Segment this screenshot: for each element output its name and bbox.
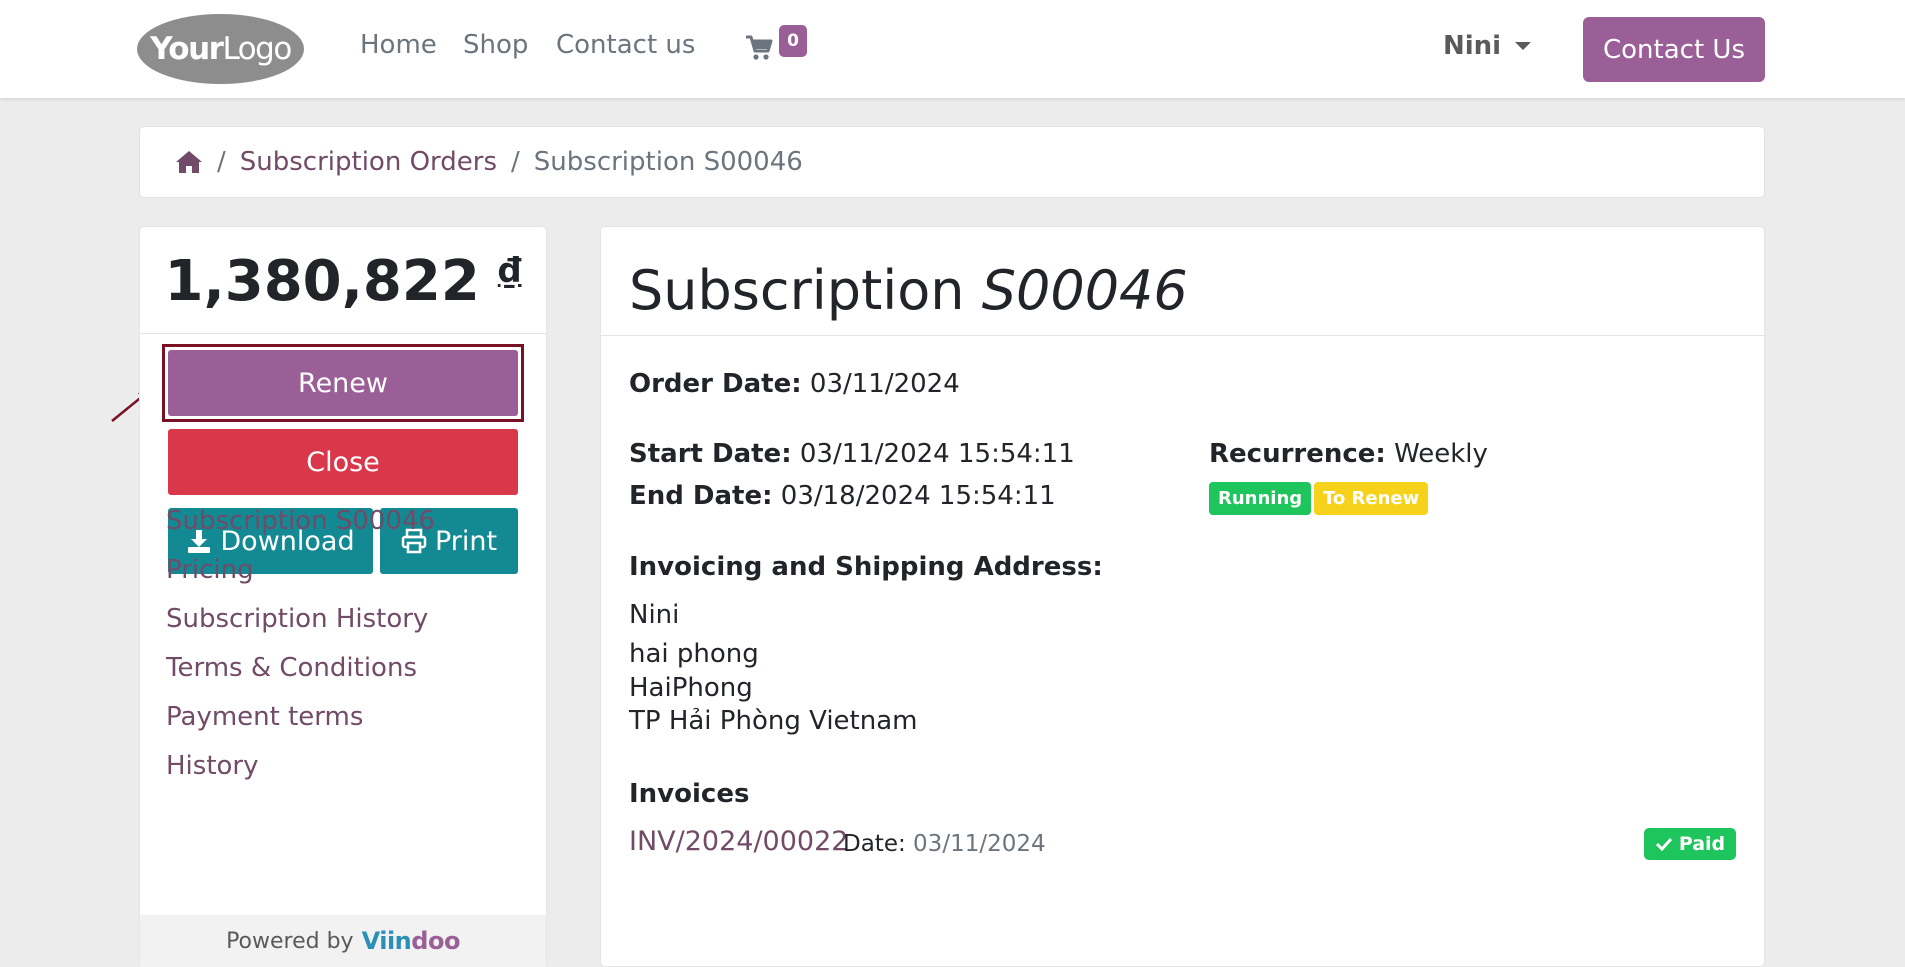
invoice-link[interactable]: INV/2024/00022 [629,826,848,857]
brand-text-a: Viin [361,927,412,955]
amount-value: 1,380,822 [164,248,480,314]
print-button-label: Print [434,525,498,557]
divider [601,335,1764,336]
logo-light-text: Logo [222,31,292,67]
powered-by-text: Powered by [226,928,354,954]
title-prefix: Subscription [629,259,965,322]
status-badge-to-renew: To Renew [1314,482,1429,515]
order-date-field: Order Date: 03/11/2024 [629,369,960,399]
breadcrumb-current: Subscription S00046 [533,147,803,177]
paid-status-badge: Paid [1644,828,1736,860]
close-button-label: Close [306,446,380,478]
address-line: HaiPhong [629,673,753,703]
recurrence-field: Recurrence: Weekly [1209,439,1488,469]
currency-symbol: ₫ [497,251,522,291]
sidebar-link-terms[interactable]: Terms & Conditions [166,653,417,683]
divider [140,333,546,334]
start-date-label: Start Date: [629,439,792,469]
brand-text-b: doo [411,927,460,955]
status-badge-running: Running [1209,482,1312,515]
address-line: hai phong [629,639,759,669]
address-heading: Invoicing and Shipping Address: [629,552,1103,582]
breadcrumb: / Subscription Orders / Subscription S00… [139,126,1765,198]
contact-us-button[interactable]: Contact Us [1583,17,1765,82]
nav-contact-us[interactable]: Contact us [556,30,695,60]
breadcrumb-separator: / [217,147,226,177]
home-icon[interactable] [175,149,203,175]
subscription-amount: 1,380,822 ₫ [140,227,546,335]
subscription-sidebar: 1,380,822 ₫ Renew Close Download Print S… [139,226,547,967]
chevron-down-icon [1515,42,1532,50]
user-name: Nini [1443,31,1502,61]
paid-status-label: Paid [1678,833,1726,855]
company-logo[interactable]: Your Logo [137,14,304,84]
nav-shop[interactable]: Shop [463,30,528,60]
cart-count-badge[interactable]: 0 [779,25,807,57]
nav-home[interactable]: Home [360,30,437,60]
check-icon [1655,837,1672,852]
renew-button[interactable]: Renew [168,350,518,416]
brand-logo[interactable]: Viindoo [361,927,461,955]
top-navbar: Your Logo Home Shop Contact us 0 Nini Con… [0,0,1905,98]
sidebar-link-pricing[interactable]: Pricing [166,555,254,585]
start-date-value: 03/11/2024 15:54:11 [799,439,1075,469]
recurrence-label: Recurrence: [1209,439,1386,469]
invoice-date: Date: 03/11/2024 [843,831,1046,857]
end-date-value: 03/18/2024 15:54:11 [780,481,1056,511]
user-menu-dropdown[interactable]: Nini [1443,31,1532,61]
sidebar-link-subscription-history[interactable]: Subscription History [166,604,428,634]
shopping-cart-icon[interactable] [745,34,773,62]
sidebar-link-payment-terms[interactable]: Payment terms [166,702,363,732]
invoices-heading: Invoices [629,779,750,809]
invoice-date-value: 03/11/2024 [913,831,1046,857]
invoice-date-label: Date: [843,831,906,857]
end-date-label: End Date: [629,481,773,511]
recurrence-value: Weekly [1394,439,1488,469]
end-date-field: End Date: 03/18/2024 15:54:11 [629,481,1056,511]
renew-button-label: Renew [298,367,388,399]
order-date-value: 03/11/2024 [809,369,960,399]
breadcrumb-subscription-orders[interactable]: Subscription Orders [240,147,497,177]
sidebar-link-subscription[interactable]: Subscription S00046 [166,506,435,536]
close-button[interactable]: Close [168,429,518,495]
page-title: Subscription S00046 [629,259,1188,322]
powered-by-footer: Powered by Viindoo [140,915,546,967]
breadcrumb-separator: / [511,147,520,177]
sidebar-link-history[interactable]: History [166,751,259,781]
address-line: Nini [629,600,680,630]
address-line: TP Hải Phòng Vietnam [629,706,918,736]
start-date-field: Start Date: 03/11/2024 15:54:11 [629,439,1075,469]
order-date-label: Order Date: [629,369,802,399]
title-reference: S00046 [981,259,1188,322]
logo-bold-text: Your [150,31,224,67]
